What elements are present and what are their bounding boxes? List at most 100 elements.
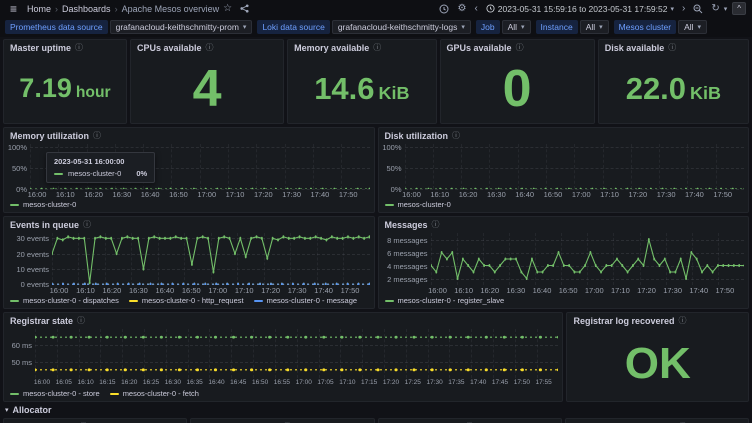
chart-canvas[interactable] bbox=[405, 144, 745, 189]
info-icon[interactable]: ⓘ bbox=[93, 132, 101, 140]
breadcrumb-home[interactable]: Home bbox=[27, 4, 51, 14]
section-allocator[interactable]: ▾ Allocator bbox=[3, 405, 749, 415]
x-axis-tick-label: 17:40 bbox=[470, 379, 486, 386]
variable-value-dropdown[interactable]: All▾ bbox=[502, 20, 531, 34]
y-axis-tick-label: 50% bbox=[12, 164, 27, 173]
info-icon[interactable]: ⓘ bbox=[77, 317, 85, 325]
x-axis-tick-label: 17:00 bbox=[208, 286, 227, 295]
variable-value-dropdown[interactable]: grafanacloud-keithschmitty-prom▾ bbox=[110, 20, 253, 34]
allocator-panels-row: Allocation runsⓘ Allocation durationⓘ Al… bbox=[3, 418, 749, 423]
series-point bbox=[695, 257, 697, 260]
dashboard-settings-gear-icon[interactable]: ⚙ bbox=[453, 4, 470, 14]
legend-item[interactable]: mesos-cluster-0 - store bbox=[10, 389, 100, 398]
x-axis-tick-label: 17:50 bbox=[514, 379, 530, 386]
series-point bbox=[461, 257, 463, 260]
share-icon[interactable] bbox=[236, 4, 253, 13]
legend-label: mesos-cluster-0 - store bbox=[23, 389, 100, 398]
legend-item[interactable]: mesos-cluster-0 - message bbox=[254, 296, 357, 305]
series-point bbox=[412, 368, 415, 371]
series-point bbox=[232, 336, 235, 339]
legend-item[interactable]: mesos-cluster-0 bbox=[385, 200, 451, 209]
stat-value: 0 bbox=[503, 59, 532, 119]
series-point bbox=[191, 263, 193, 266]
series-point bbox=[160, 368, 163, 371]
info-icon[interactable]: ⓘ bbox=[516, 44, 524, 52]
stat-value: 4 bbox=[193, 59, 222, 119]
kiosk-mode-button[interactable]: ^ bbox=[732, 2, 746, 15]
series-point bbox=[568, 264, 570, 267]
menu-icon[interactable]: ≡ bbox=[6, 4, 21, 14]
series-point bbox=[159, 237, 161, 240]
time-range-back-icon[interactable]: ‹ bbox=[470, 4, 481, 14]
legend-swatch bbox=[10, 204, 19, 206]
clock-history-icon[interactable] bbox=[435, 4, 453, 14]
legend-item[interactable]: mesos-cluster-0 bbox=[10, 200, 76, 209]
series-point bbox=[412, 336, 415, 339]
chart-canvas[interactable] bbox=[431, 233, 745, 285]
variable-value-dropdown[interactable]: All▾ bbox=[580, 20, 609, 34]
series-point bbox=[445, 257, 447, 260]
variable-value-dropdown[interactable]: grafanacloud-keithschmitty-logs▾ bbox=[332, 20, 471, 34]
x-axis-tick-label: 16:30 bbox=[129, 286, 148, 295]
series-point bbox=[51, 336, 54, 339]
chart-canvas[interactable] bbox=[52, 233, 370, 285]
info-icon[interactable]: ⓘ bbox=[679, 317, 687, 325]
info-icon[interactable]: ⓘ bbox=[83, 221, 91, 229]
variable-label: Prometheus data source bbox=[5, 20, 108, 34]
refresh-interval-chevron-icon[interactable]: ▾ bbox=[724, 5, 728, 13]
legend-item[interactable]: mesos-cluster-0 - register_slave bbox=[385, 296, 505, 305]
series-point bbox=[515, 257, 517, 260]
x-axis-tick-label: 16:45 bbox=[230, 379, 246, 386]
series-point bbox=[706, 264, 708, 267]
series-point bbox=[70, 368, 73, 371]
legend-item[interactable]: mesos-cluster-0 - http_request bbox=[129, 296, 244, 305]
variable-value-dropdown[interactable]: All▾ bbox=[678, 20, 707, 34]
info-icon[interactable]: ⓘ bbox=[373, 44, 381, 52]
legend-swatch bbox=[385, 204, 394, 206]
time-range-picker[interactable]: 2023-05-31 15:59:16 to 2023-05-31 17:59:… bbox=[482, 4, 678, 14]
stat-unit: hour bbox=[76, 84, 111, 101]
x-axis-tick-label: 16:50 bbox=[544, 190, 563, 199]
legend-item[interactable]: mesos-cluster-0 - fetch bbox=[110, 389, 199, 398]
legend-label: mesos-cluster-0 - message bbox=[267, 296, 357, 305]
chart-canvas[interactable] bbox=[35, 329, 558, 378]
panel-disk-available: Disk availableⓘ 22.0KiB bbox=[598, 39, 749, 124]
series-point bbox=[124, 336, 127, 339]
series-point bbox=[340, 368, 343, 371]
series-point bbox=[557, 251, 559, 254]
info-icon[interactable]: ⓘ bbox=[75, 44, 83, 52]
refresh-icon[interactable]: ↻ bbox=[707, 4, 723, 14]
status-value: OK bbox=[625, 339, 691, 389]
x-axis-tick-label: 17:10 bbox=[611, 286, 630, 295]
y-axis-tick-label: 50% bbox=[386, 164, 401, 173]
info-icon[interactable]: ⓘ bbox=[452, 132, 460, 140]
chart-tooltip: 2023-05-31 16:00:00 mesos-cluster-0 0% bbox=[46, 152, 155, 183]
x-axis-tick-label: 17:40 bbox=[311, 190, 330, 199]
info-icon[interactable]: ⓘ bbox=[206, 44, 214, 52]
time-range-forward-icon[interactable]: › bbox=[678, 4, 689, 14]
series-point bbox=[503, 368, 506, 371]
series-point bbox=[169, 237, 171, 240]
info-icon[interactable]: ⓘ bbox=[432, 221, 440, 229]
x-axis-tick-label: 17:20 bbox=[254, 190, 273, 199]
y-axis-tick-label: 4 messages bbox=[387, 262, 427, 271]
x-axis-tick-label: 17:10 bbox=[235, 286, 254, 295]
legend-item[interactable]: mesos-cluster-0 - dispatches bbox=[10, 296, 119, 305]
zoom-out-icon[interactable] bbox=[689, 4, 707, 14]
star-icon[interactable]: ☆ bbox=[219, 4, 236, 14]
series-point bbox=[62, 238, 64, 241]
series-point bbox=[732, 264, 734, 267]
series-point bbox=[435, 270, 437, 273]
series-point bbox=[202, 235, 204, 238]
info-icon[interactable]: ⓘ bbox=[668, 44, 676, 52]
series-point bbox=[626, 270, 628, 273]
x-axis-tick-label: 16:40 bbox=[208, 379, 224, 386]
series-point bbox=[304, 336, 307, 339]
series-point bbox=[358, 235, 360, 238]
variable-instance: Instance All▾ bbox=[536, 20, 609, 34]
breadcrumb-dashboards[interactable]: Dashboards bbox=[62, 4, 111, 14]
clock-icon bbox=[486, 4, 495, 13]
series-point bbox=[94, 237, 96, 240]
series-point bbox=[711, 270, 713, 273]
series-point bbox=[250, 237, 252, 240]
